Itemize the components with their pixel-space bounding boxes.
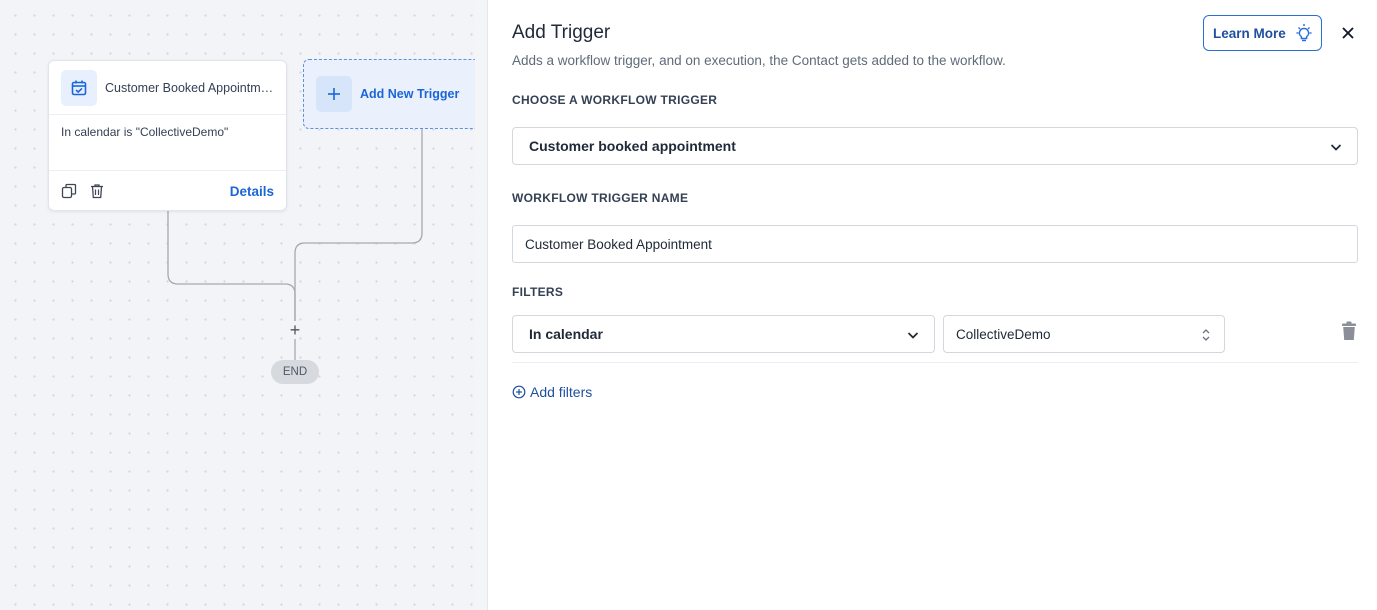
chevron-up-down-icon bbox=[1200, 326, 1212, 344]
plus-icon bbox=[316, 76, 352, 112]
chevron-down-icon bbox=[906, 328, 920, 342]
trigger-card-title: Customer Booked Appointme... bbox=[105, 80, 275, 95]
filters-label: FILTERS bbox=[512, 285, 564, 299]
lightbulb-icon bbox=[1294, 23, 1314, 43]
filter-field-value: In calendar bbox=[529, 326, 603, 342]
add-step-button[interactable]: + bbox=[287, 321, 303, 339]
add-new-trigger-button[interactable]: Add New Trigger bbox=[303, 59, 475, 129]
details-link[interactable]: Details bbox=[230, 184, 274, 199]
chevron-down-icon bbox=[1329, 140, 1343, 154]
filter-value-select[interactable]: CollectiveDemo bbox=[943, 315, 1225, 353]
trash-icon[interactable] bbox=[1340, 321, 1358, 341]
learn-more-label: Learn More bbox=[1213, 25, 1286, 41]
learn-more-button[interactable]: Learn More bbox=[1203, 15, 1322, 51]
filter-field-select[interactable]: In calendar bbox=[512, 315, 935, 353]
filter-row: In calendar CollectiveDemo bbox=[512, 305, 1358, 363]
drawer-subtitle: Adds a workflow trigger, and on executio… bbox=[512, 53, 1006, 68]
workflow-canvas[interactable]: Customer Booked Appointme... In calendar… bbox=[0, 0, 475, 610]
trigger-card-header: Customer Booked Appointme... bbox=[49, 61, 286, 115]
add-trigger-drawer: Add Trigger Adds a workflow trigger, and… bbox=[488, 0, 1377, 610]
calendar-check-icon bbox=[61, 69, 97, 106]
add-filters-label: Add filters bbox=[530, 384, 593, 400]
workflow-trigger-selected: Customer booked appointment bbox=[529, 138, 736, 154]
copy-icon[interactable] bbox=[61, 183, 77, 199]
add-new-trigger-label: Add New Trigger bbox=[360, 87, 460, 101]
workflow-trigger-select[interactable]: Customer booked appointment bbox=[512, 127, 1358, 165]
filter-value-text: CollectiveDemo bbox=[956, 326, 1051, 342]
drawer-title: Add Trigger bbox=[512, 22, 611, 43]
close-icon[interactable] bbox=[1339, 24, 1357, 42]
choose-trigger-label: CHOOSE A WORKFLOW TRIGGER bbox=[512, 93, 718, 107]
circle-plus-icon bbox=[512, 385, 526, 399]
trash-icon[interactable] bbox=[89, 183, 105, 199]
trigger-card[interactable]: Customer Booked Appointme... In calendar… bbox=[48, 60, 287, 211]
trigger-card-condition: In calendar is "CollectiveDemo" bbox=[49, 115, 286, 171]
trigger-name-input[interactable] bbox=[512, 225, 1358, 263]
add-filters-button[interactable]: Add filters bbox=[512, 384, 592, 400]
trigger-card-footer: Details bbox=[49, 171, 286, 211]
panel-divider bbox=[475, 0, 488, 610]
end-node: END bbox=[271, 360, 319, 384]
trigger-name-label: WORKFLOW TRIGGER NAME bbox=[512, 191, 689, 205]
